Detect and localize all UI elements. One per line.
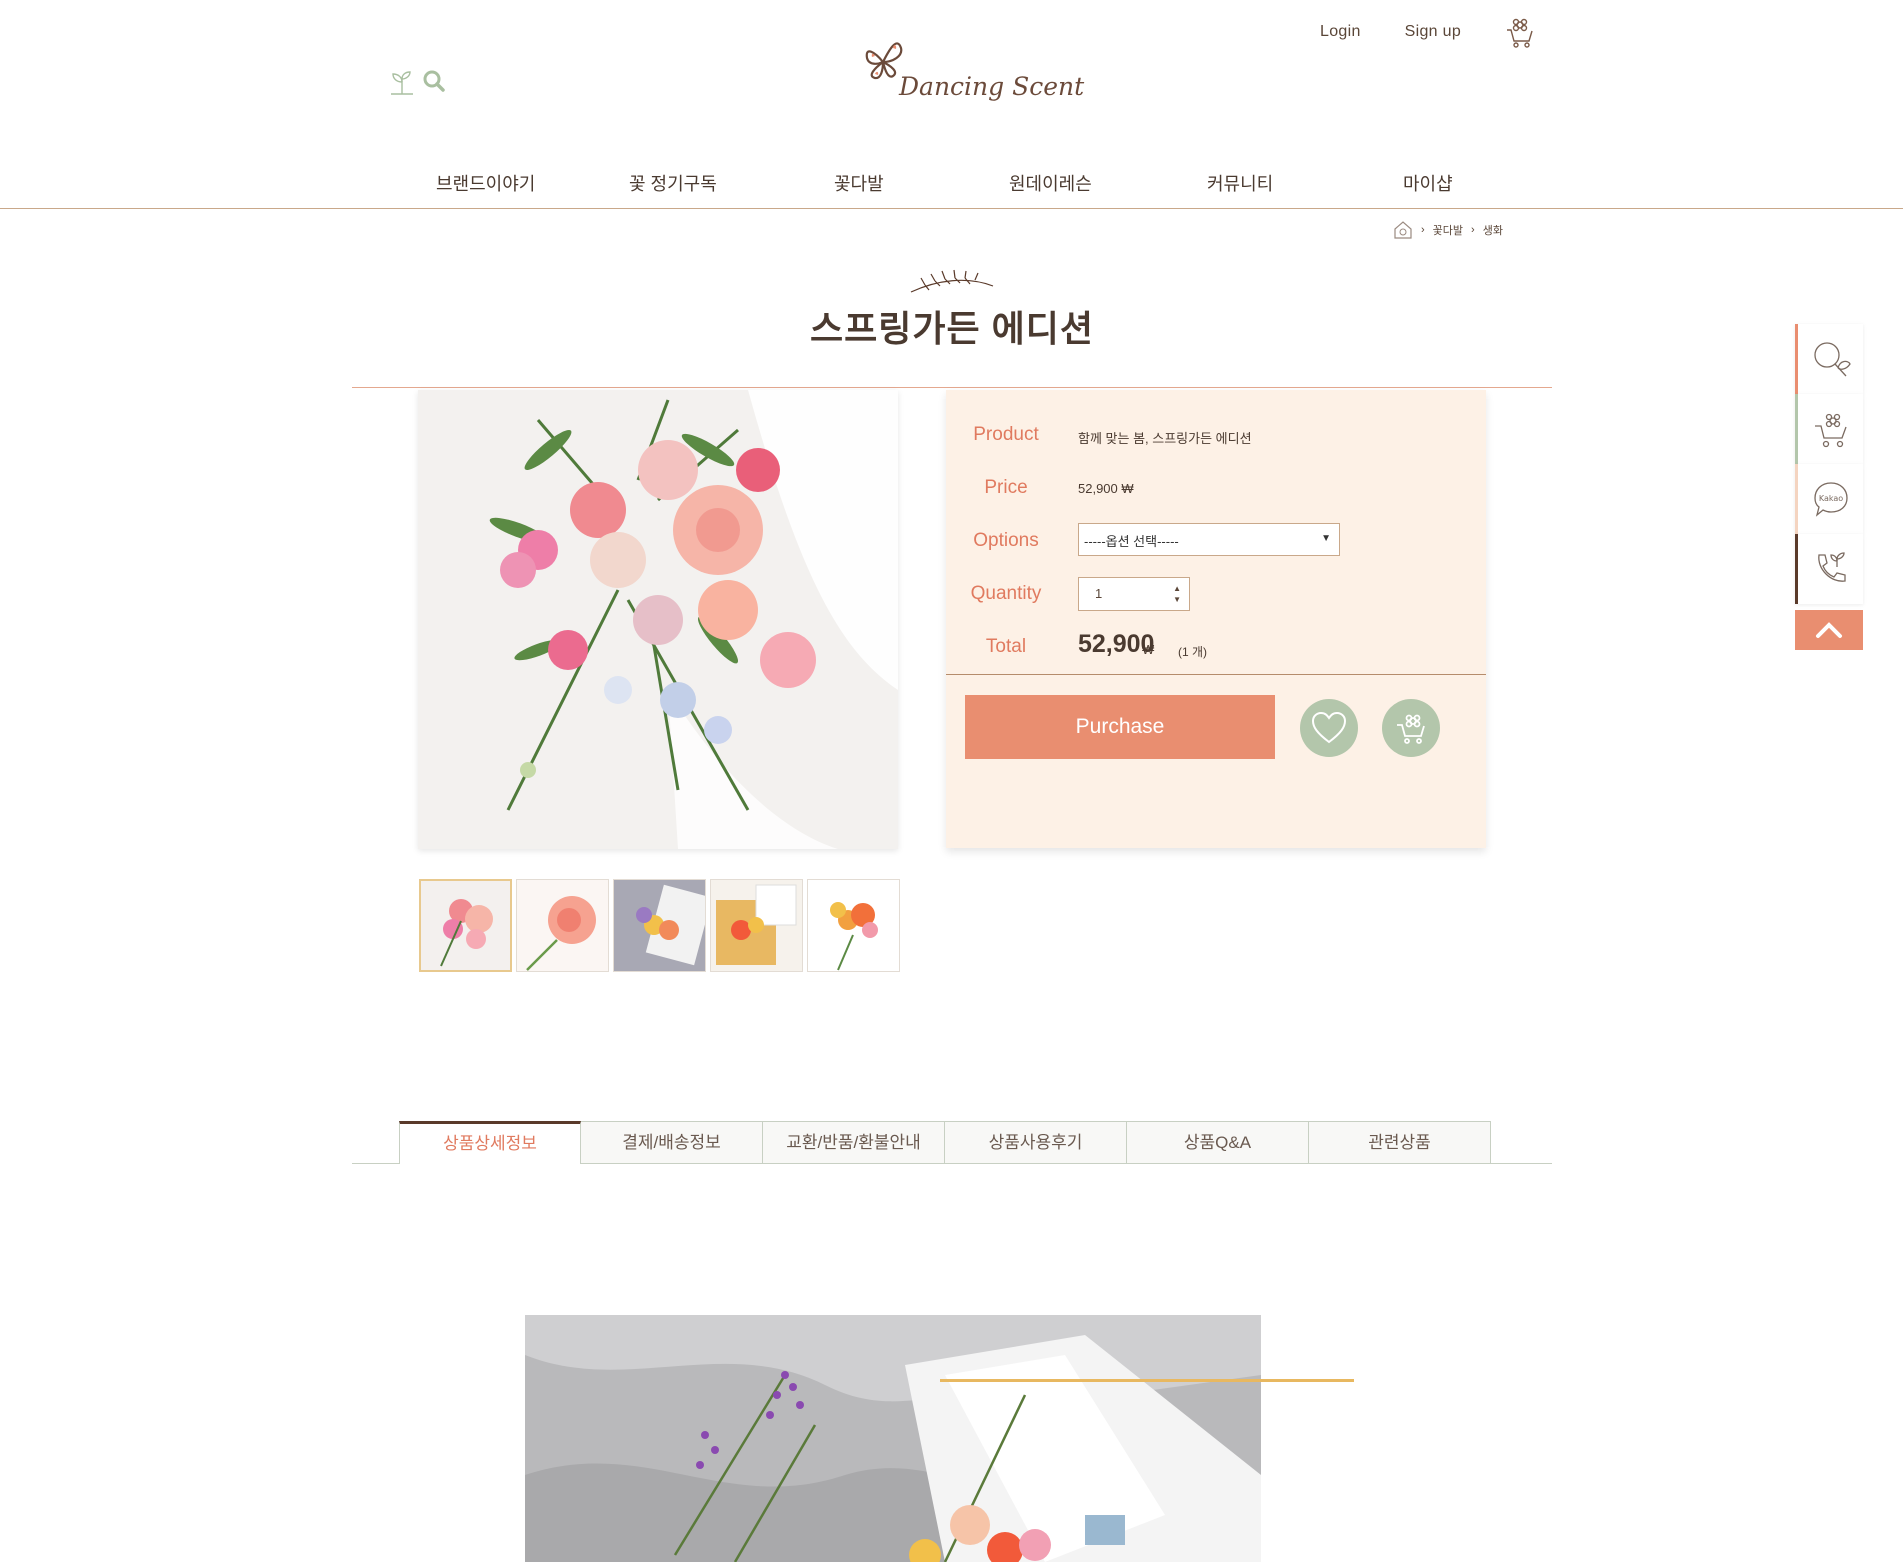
detail-tabs: 상품상세정보 결제/배송정보 교환/반품/환불안내 상품사용후기 상품Q&A 관…: [399, 1121, 1491, 1164]
detail-photo: [525, 1315, 1261, 1562]
main-nav: 브랜드이야기 꽃 정기구독 꽃다발 원데이레슨 커뮤니티 마이샵: [385, 170, 1525, 208]
home-icon[interactable]: [1393, 220, 1413, 240]
quick-call-button[interactable]: [1795, 534, 1863, 604]
spinner-arrows-icon[interactable]: ▲ ▼: [1173, 583, 1181, 605]
search-area[interactable]: [388, 66, 446, 96]
thumbnail-strip: [419, 879, 900, 972]
thumbnail-1[interactable]: [419, 879, 512, 972]
scroll-top-button[interactable]: [1795, 610, 1863, 650]
product-info-panel: Product 함께 맞는 봄, 스프링가든 에디션 Price 52,900 …: [946, 390, 1486, 848]
breadcrumb: › 꽃다발 › 생화: [1393, 220, 1503, 240]
tab-product-detail[interactable]: 상품상세정보: [399, 1121, 581, 1164]
thumbnail-3[interactable]: [613, 879, 706, 972]
nav-item-community[interactable]: 커뮤니티: [1207, 170, 1273, 196]
nav-item-oneday-lesson[interactable]: 원데이레슨: [1009, 170, 1092, 196]
laurel-ornament-icon: [910, 269, 994, 293]
tab-related-products[interactable]: 관련상품: [1309, 1121, 1491, 1164]
wishlist-button[interactable]: [1300, 699, 1358, 757]
thumbnail-2[interactable]: [516, 879, 609, 972]
quick-search-button[interactable]: [1795, 324, 1863, 394]
title-divider: [352, 387, 1552, 388]
dropdown-arrow-icon: ▼: [1321, 533, 1331, 544]
signup-link[interactable]: Sign up: [1405, 23, 1461, 41]
nav-divider: [0, 208, 1903, 209]
quick-kakao-button[interactable]: Kakao: [1795, 464, 1863, 534]
total-label: Total: [985, 636, 1027, 657]
search-icon[interactable]: [422, 69, 446, 93]
product-name: 함께 맞는 봄, 스프링가든 에디션: [1078, 431, 1252, 446]
breadcrumb-item-fresh[interactable]: 생화: [1483, 222, 1503, 238]
price-label: Price: [984, 477, 1028, 498]
tab-reviews[interactable]: 상품사용후기: [945, 1121, 1127, 1164]
breadcrumb-separator: ›: [1471, 224, 1475, 236]
sprout-icon: [391, 71, 413, 95]
nav-item-subscription[interactable]: 꽃 정기구독: [629, 170, 717, 196]
add-to-cart-button[interactable]: [1382, 699, 1440, 757]
breadcrumb-separator: ›: [1421, 224, 1425, 236]
tab-qna[interactable]: 상품Q&A: [1127, 1121, 1309, 1164]
quick-menu: Kakao: [1795, 324, 1863, 650]
quick-cart-button[interactable]: [1795, 394, 1863, 464]
nav-item-myshop[interactable]: 마이샵: [1403, 170, 1453, 196]
tab-exchange-refund[interactable]: 교환/반품/환불안내: [763, 1121, 945, 1164]
quantity-value: 1: [1095, 586, 1103, 601]
quantity-label: Quantity: [970, 583, 1042, 604]
thumbnail-5[interactable]: [807, 879, 900, 972]
flower-cart-icon: [1814, 413, 1847, 448]
options-select[interactable]: -----옵션 선택----- ▼: [1078, 523, 1340, 556]
nav-item-bouquet[interactable]: 꽃다발: [834, 170, 884, 196]
logo[interactable]: Dancing Scent: [855, 32, 1084, 112]
logo-text: Dancing Scent: [899, 72, 1085, 101]
tab-payment-shipping[interactable]: 결제/배송정보: [581, 1121, 763, 1164]
phone-leaf-icon: [1817, 552, 1846, 582]
flower-cart-icon: [1397, 714, 1425, 744]
heart-icon: [1311, 711, 1347, 744]
thumbnail-4[interactable]: [710, 879, 803, 972]
product-main-image[interactable]: [418, 390, 898, 849]
price-value: 52,900 ₩: [1078, 481, 1134, 496]
page-title: 스프링가든 에디션: [810, 308, 1094, 349]
panel-divider: [946, 674, 1486, 675]
total-count: (1 개): [1178, 645, 1208, 659]
options-label: Options: [973, 530, 1039, 551]
nav-item-brand-story[interactable]: 브랜드이야기: [436, 170, 535, 196]
kakao-icon: Kakao: [1813, 482, 1848, 517]
product-label: Product: [973, 424, 1039, 445]
chevron-up-icon: [1816, 622, 1842, 638]
flower-cart-icon[interactable]: [1505, 16, 1535, 48]
product-detail-image: [525, 1315, 1261, 1562]
decorative-gold-line: [940, 1379, 1354, 1382]
kakao-label: Kakao: [1818, 494, 1842, 503]
bouquet-image: [418, 390, 898, 849]
quantity-stepper[interactable]: 1 ▲ ▼: [1078, 577, 1190, 611]
login-link[interactable]: Login: [1320, 23, 1361, 41]
purchase-button[interactable]: Purchase: [965, 695, 1275, 759]
search-leaf-icon: [1813, 342, 1851, 377]
options-selected-value: -----옵션 선택-----: [1084, 534, 1179, 549]
top-links: Login Sign up: [1320, 16, 1535, 48]
total-currency: ₩: [1142, 642, 1155, 657]
breadcrumb-item-bouquet[interactable]: 꽃다발: [1433, 222, 1463, 238]
